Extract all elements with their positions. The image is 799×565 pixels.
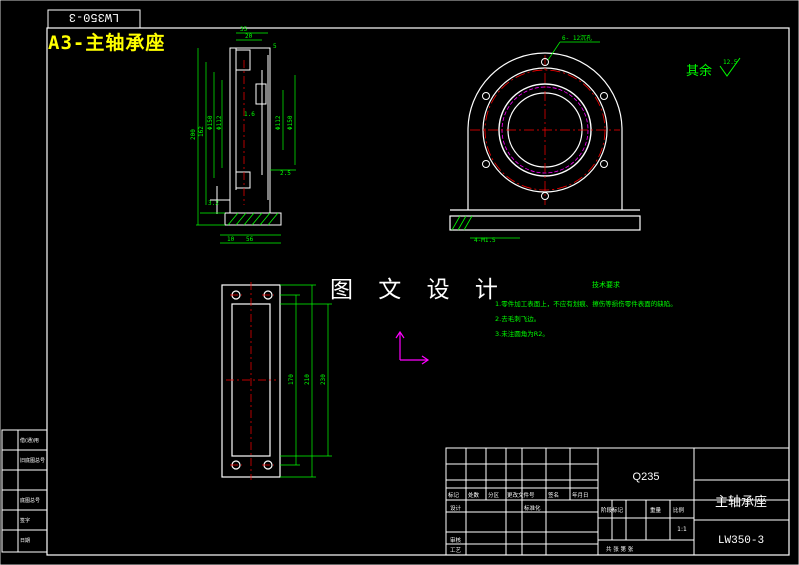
material: Q235: [633, 471, 660, 483]
svg-text:旧底图总号: 旧底图总号: [20, 457, 45, 464]
tech-req-line: 1.零件加工表面上，不应有划痕、擦伤等损伤零件表面的缺陷。: [495, 299, 677, 308]
svg-text:1.6: 1.6: [244, 111, 255, 118]
side-view-dimension-lines: [196, 32, 296, 244]
svg-text:更改文件号: 更改文件号: [507, 491, 535, 499]
svg-text:5: 5: [273, 43, 277, 50]
svg-text:56: 56: [246, 236, 254, 243]
svg-text:设计: 设计: [450, 504, 462, 512]
svg-text:35: 35: [240, 26, 248, 33]
tech-req-line: 3.未注圆角为R2。: [495, 329, 549, 338]
tech-req-line: 2.去毛刺飞边。: [495, 314, 540, 323]
chamfer-note: 4-M1.5: [474, 237, 496, 244]
hole-note: 6- 12沉孔: [562, 34, 592, 42]
hole-leader: [547, 41, 561, 61]
svg-text:日期: 日期: [20, 538, 30, 544]
svg-text:审核: 审核: [450, 536, 462, 544]
svg-text:230: 230: [320, 374, 327, 385]
part-name: 主轴承座: [715, 495, 767, 510]
rest-roughness-label: 其余: [686, 63, 712, 79]
svg-text:分区: 分区: [488, 491, 500, 499]
ucs-axis-icon: [395, 330, 430, 365]
watermark-title: 图 文 设 计: [330, 277, 507, 303]
svg-text:阶段标记: 阶段标记: [601, 506, 624, 514]
svg-text:3.2: 3.2: [208, 200, 219, 207]
svg-text:170: 170: [288, 374, 295, 385]
front-view-base-hatch: [451, 215, 473, 231]
svg-text:签字: 签字: [20, 517, 30, 524]
scale: 1:1: [677, 526, 687, 533]
svg-text:工艺: 工艺: [450, 547, 462, 554]
svg-text:底图总号: 底图总号: [20, 497, 40, 504]
svg-text:比例: 比例: [673, 506, 685, 514]
svg-text:20: 20: [245, 33, 253, 40]
svg-text:借(通)用: 借(通)用: [20, 437, 39, 444]
svg-text:Φ150: Φ150: [207, 115, 214, 130]
svg-text:年月日: 年月日: [572, 491, 589, 499]
svg-text:2.5: 2.5: [280, 170, 291, 177]
svg-text:Φ150: Φ150: [287, 115, 294, 130]
side-view: [210, 47, 282, 226]
svg-text:标准化: 标准化: [524, 504, 541, 512]
top-tag: LW350-3: [69, 10, 119, 24]
roughness-value: 12.5: [723, 59, 738, 66]
svg-text:重量: 重量: [650, 506, 662, 514]
drawing-number: LW350-3: [718, 535, 764, 547]
side-view-hatch: [227, 212, 279, 226]
svg-text:200: 200: [190, 129, 197, 140]
svg-text:处数: 处数: [468, 491, 480, 499]
svg-text:162: 162: [198, 126, 205, 137]
front-view-pitch-circles: [470, 55, 620, 205]
svg-text:210: 210: [304, 374, 311, 385]
top-view-dimension-text: 170 210 230: [288, 374, 327, 385]
svg-text:Φ112: Φ112: [216, 115, 223, 130]
svg-text:Φ112: Φ112: [275, 115, 282, 130]
left-strip: [1, 429, 48, 553]
tech-req-title: 技术要求: [592, 280, 620, 289]
sheet-label: A3-主轴承座: [48, 32, 166, 54]
svg-text:10: 10: [227, 236, 235, 243]
svg-text:共 张 第 张: 共 张 第 张: [606, 545, 634, 553]
side-view-dimension-text: 35 20 5 200 162 Φ150 Φ112 Φ112 Φ150 1.6 …: [190, 26, 294, 243]
svg-text:标记: 标记: [448, 491, 460, 499]
top-view-centers: [226, 282, 276, 480]
svg-text:签名: 签名: [548, 491, 559, 499]
